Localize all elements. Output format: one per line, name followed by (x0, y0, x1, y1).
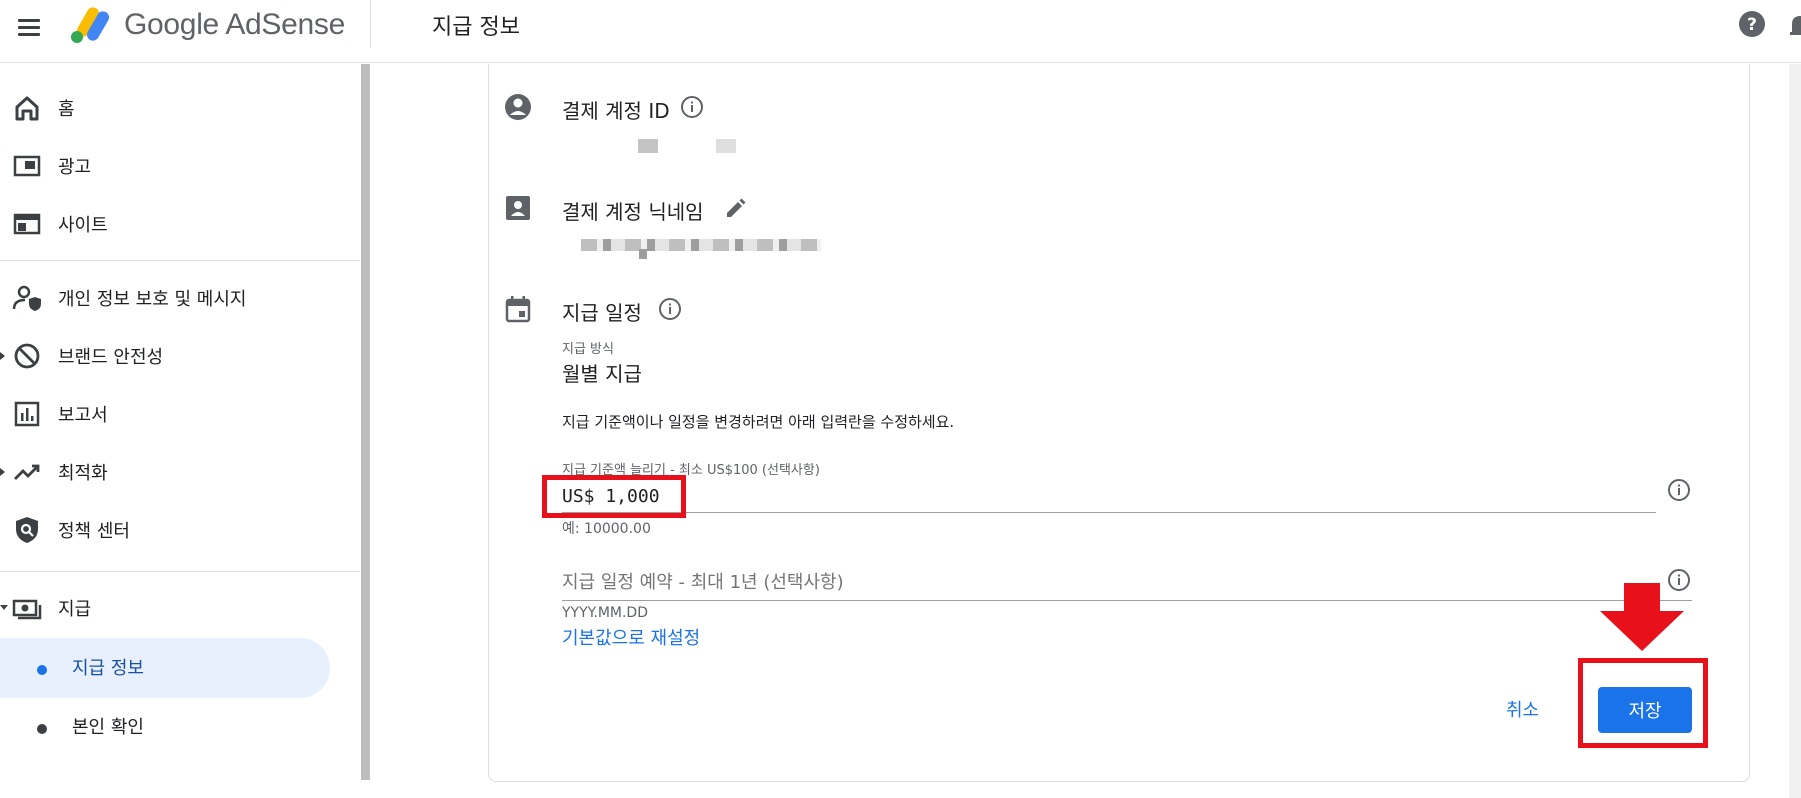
redacted-nickname (639, 249, 647, 259)
bullet-icon (37, 724, 47, 734)
payment-method-value: 월별 지급 (562, 362, 642, 386)
sidebar-subitem-payment-info[interactable]: 지급 정보 (0, 638, 330, 698)
reports-icon (14, 401, 40, 427)
sidebar-item-brand-safety[interactable]: 브랜드 안전성 (0, 327, 360, 385)
collapse-caret-icon[interactable] (0, 605, 8, 611)
expand-caret-icon[interactable] (0, 352, 6, 360)
sidebar-item-payments[interactable]: 지급 (0, 579, 360, 637)
cancel-button[interactable]: 취소 (1506, 696, 1539, 722)
sidebar-item-reports[interactable]: 보고서 (0, 385, 360, 443)
edit-pencil-icon[interactable] (724, 196, 748, 220)
sidebar-item-label: 브랜드 안전성 (58, 347, 164, 368)
home-icon (15, 96, 39, 121)
sidebar-item-label: 광고 (58, 157, 92, 178)
top-bar: Google AdSense 지급 정보 ? (0, 0, 1801, 63)
sidebar-item-home[interactable]: 홈 (0, 79, 360, 137)
brand-title: Google AdSense (124, 8, 345, 41)
account-id-title: 결제 계정 ID (562, 99, 670, 123)
down-arrow-annotation-icon (1600, 583, 1684, 651)
nickname-title: 결제 계정 닉네임 (562, 200, 704, 224)
bullet-icon (37, 665, 47, 675)
payment-method-label: 지급 방식 (562, 342, 614, 357)
notifications-icon[interactable] (1790, 12, 1801, 38)
sidebar-item-policy-center[interactable]: 정책 센터 (0, 501, 360, 559)
schedule-date-input[interactable]: 지급 일정 예약 - 최대 1년 (선택사항) (562, 568, 844, 594)
highlight-box (542, 475, 686, 518)
privacy-icon (12, 285, 41, 311)
sidebar-item-label: 개인 정보 보호 및 메시지 (58, 289, 247, 310)
date-format-hint: YYYY.MM.DD (562, 605, 648, 621)
help-icon[interactable]: ? (1738, 10, 1766, 38)
info-icon[interactable] (1667, 478, 1691, 502)
sidebar-divider (0, 571, 360, 572)
policy-icon (16, 517, 38, 543)
sidebar-item-label: 지급 (58, 599, 92, 620)
topbar-divider (370, 0, 371, 48)
account-box-icon (506, 196, 530, 220)
threshold-hint: 예: 10000.00 (562, 521, 651, 537)
schedule-date-underline (562, 600, 1692, 601)
calendar-icon (505, 296, 531, 323)
sidebar-item-sites[interactable]: 사이트 (0, 195, 360, 253)
schedule-title: 지급 일정 (562, 301, 642, 325)
redacted-nickname (581, 239, 821, 251)
adsense-logo-icon (71, 7, 109, 43)
sidebar-item-label: 보고서 (58, 405, 108, 426)
sidebar-divider (0, 260, 360, 261)
payments-icon (12, 599, 42, 620)
info-icon[interactable] (658, 297, 682, 321)
sidebar-item-optimization[interactable]: 최적화 (0, 443, 360, 501)
sidebar-item-label: 사이트 (58, 215, 108, 236)
expand-caret-icon[interactable] (0, 468, 6, 476)
sidebar-item-label: 홈 (58, 99, 75, 120)
sidebar-scrollbar[interactable] (361, 64, 370, 780)
reset-default-link[interactable]: 기본값으로 재설정 (562, 624, 700, 650)
account-circle-icon (505, 94, 531, 120)
sidebar-item-label: 정책 센터 (58, 521, 130, 542)
sidebar-subitem-label: 본인 확인 (72, 717, 144, 738)
sites-icon (13, 213, 41, 235)
threshold-input-underline (562, 512, 1656, 513)
svg-text:?: ? (1747, 15, 1757, 35)
sidebar-subitem-label: 지급 정보 (72, 658, 144, 679)
menu-icon[interactable] (14, 12, 44, 42)
sidebar-item-label: 최적화 (58, 463, 108, 484)
sidebar-item-privacy[interactable]: 개인 정보 보호 및 메시지 (0, 269, 360, 327)
trending-icon (14, 464, 40, 480)
schedule-description: 지급 기준액이나 일정을 변경하려면 아래 입력란을 수정하세요. (562, 413, 955, 431)
ads-icon (13, 155, 41, 177)
sidebar-subitem-identity-verification[interactable]: 본인 확인 (0, 697, 330, 757)
redacted-account-id (716, 139, 736, 153)
page-scrollbar[interactable] (1789, 64, 1801, 798)
info-icon[interactable] (680, 95, 704, 119)
sidebar-item-ads[interactable]: 광고 (0, 137, 360, 195)
redacted-account-id (638, 139, 658, 153)
page-title: 지급 정보 (432, 15, 520, 40)
save-button[interactable]: 저장 (1598, 687, 1692, 733)
block-icon (14, 343, 40, 369)
